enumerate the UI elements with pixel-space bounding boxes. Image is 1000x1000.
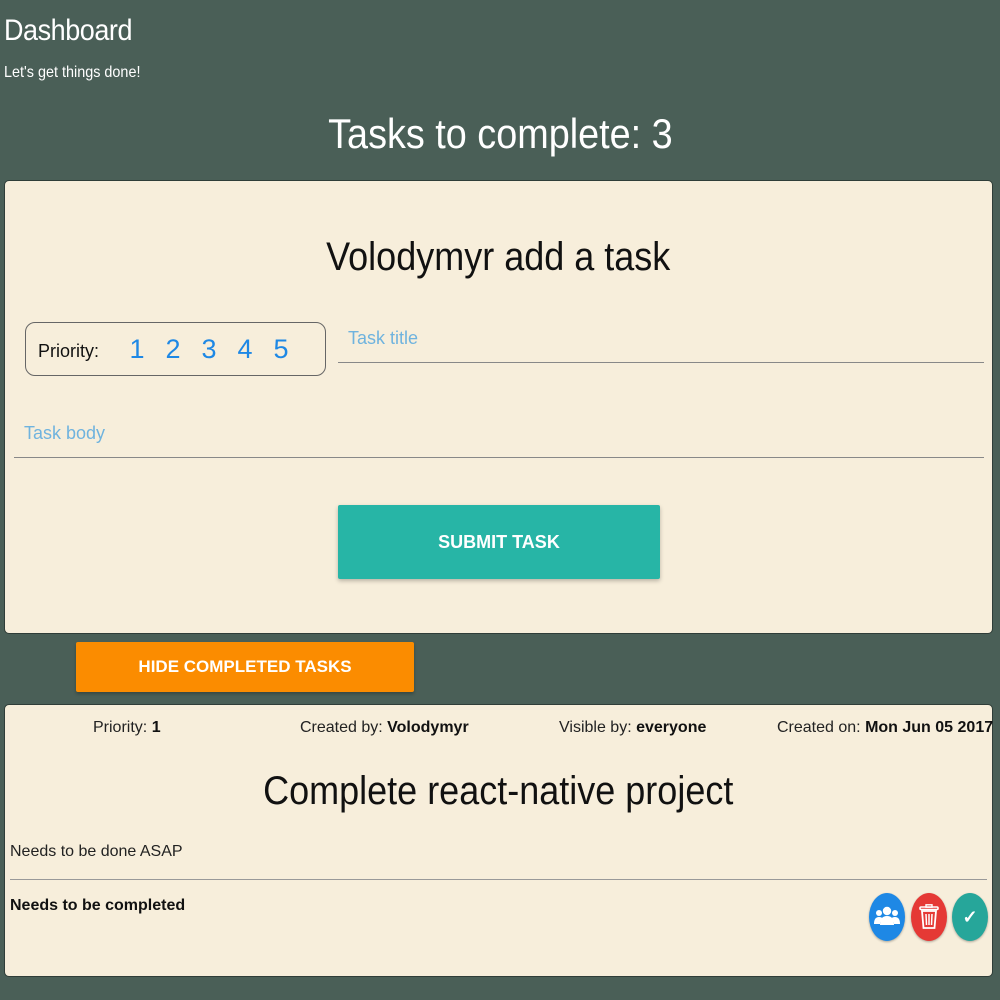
submit-task-button[interactable]: SUBMIT TASK [338,505,660,579]
task-created-date: Created on: Mon Jun 05 2017 [777,719,993,737]
task-priority-label: Priority: [93,719,148,736]
form-heading: Volodymyr add a task [5,235,992,280]
priority-option-4[interactable]: 4 [227,334,263,365]
check-icon: ✓ [962,906,978,927]
task-creator-label: Created by: [300,719,383,736]
task-priority: Priority: 1 [93,719,161,737]
task-created-label: Created on: [777,719,861,736]
priority-option-3[interactable]: 3 [191,334,227,365]
task-visibility: Visible by: everyone [559,719,706,737]
form-heading-text: Volodymyr add a task [326,235,671,279]
delete-button[interactable] [911,893,947,941]
task-creator: Created by: Volodymyr [300,719,469,737]
complete-button[interactable]: ✓ [952,893,988,941]
add-task-form: Volodymyr add a task Priority: 1 2 3 4 5… [4,180,993,634]
task-created-value: Mon Jun 05 2017 [865,719,994,736]
task-visibility-value: everyone [636,719,707,736]
task-title-input[interactable] [338,311,984,363]
priority-option-2[interactable]: 2 [155,334,191,365]
priority-selector: Priority: 1 2 3 4 5 [25,322,326,376]
task-meta: Priority: 1 Created by: Volodymyr Visibl… [5,719,993,739]
task-title-text: Complete react-native project [263,769,734,813]
task-divider [10,879,987,880]
task-title: Complete react-native project [5,769,992,814]
dashboard-page: Dashboard Let's get things done! Tasks t… [0,0,1000,1000]
page-subtitle: Let's get things done! [4,64,141,81]
hide-completed-button[interactable]: HIDE COMPLETED TASKS [76,642,414,692]
priority-option-1[interactable]: 1 [119,334,155,365]
group-icon [874,906,900,925]
task-priority-value: 1 [151,719,161,736]
task-card: Priority: 1 Created by: Volodymyr Visibl… [4,704,993,977]
page-title: Dashboard [4,14,133,47]
trash-icon [919,904,939,929]
task-visibility-label: Visible by: [559,719,632,736]
priority-options: 1 2 3 4 5 [119,334,299,365]
task-body: Needs to be done ASAP [10,843,183,860]
task-status: Needs to be completed [10,897,186,914]
tasks-count-text: Tasks to complete: 3 [327,110,673,157]
priority-option-5[interactable]: 5 [263,334,299,365]
task-body-input[interactable] [14,406,984,458]
share-button[interactable] [869,893,905,941]
priority-label: Priority: [38,340,100,361]
tasks-count-heading: Tasks to complete: 3 [0,110,1000,158]
task-creator-value: Volodymyr [387,719,469,736]
